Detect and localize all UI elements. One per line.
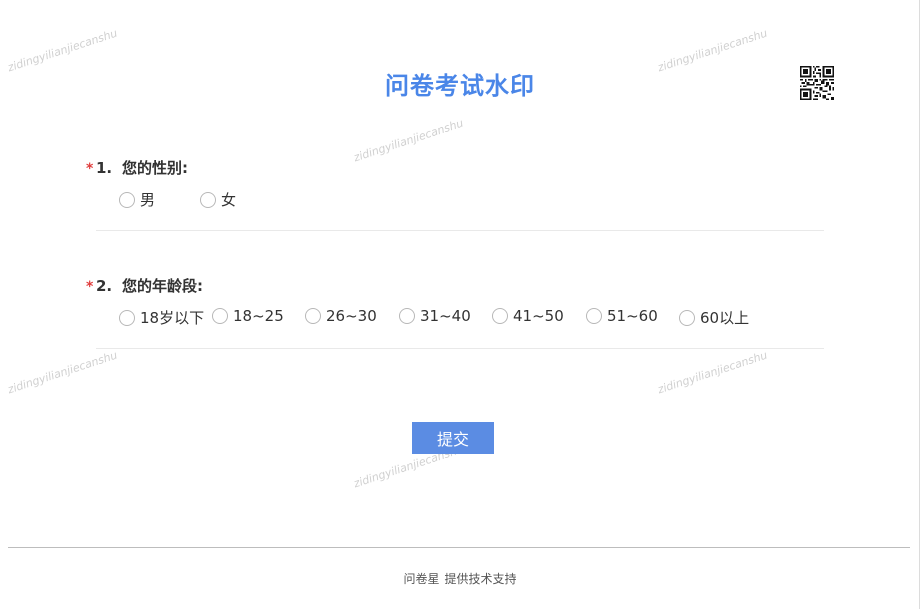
option-label: 41~50 bbox=[513, 307, 564, 325]
radio-button[interactable] bbox=[119, 191, 135, 208]
question-gender: * 1. 您的性别: 男 女 bbox=[86, 157, 826, 219]
radio-button[interactable] bbox=[305, 308, 321, 324]
option-label: 31~40 bbox=[420, 307, 471, 325]
footer-support-text: 提供技术支持 bbox=[444, 572, 517, 586]
option-label: 51~60 bbox=[607, 307, 658, 325]
survey-title: 问卷考试水印 bbox=[385, 72, 535, 100]
watermark-text: zidingyilianjiecanshu bbox=[6, 348, 119, 397]
option-age-51-60[interactable]: 51~60 bbox=[586, 307, 658, 325]
watermark-text: zidingyilianjiecanshu bbox=[656, 348, 769, 397]
divider bbox=[96, 348, 824, 349]
radio-button[interactable] bbox=[200, 191, 216, 208]
question-text: 您的年龄段: bbox=[122, 277, 203, 295]
required-mark: * bbox=[86, 279, 94, 295]
option-age-41-50[interactable]: 41~50 bbox=[492, 307, 564, 325]
footer: 问卷星 提供技术支持 bbox=[0, 570, 920, 587]
option-age-under-18[interactable]: 18岁以下 bbox=[119, 307, 204, 328]
option-label: 26~30 bbox=[326, 307, 377, 325]
radio-button[interactable] bbox=[679, 309, 695, 326]
radio-button[interactable] bbox=[586, 308, 602, 324]
question-header: * 2. 您的年龄段: bbox=[86, 275, 826, 297]
option-label: 18~25 bbox=[233, 307, 284, 325]
question-age: * 2. 您的年龄段: 18岁以下 18~25 26~30 31~40 41~50 bbox=[86, 275, 826, 337]
option-group: 18岁以下 18~25 26~30 31~40 41~50 51~60 60以上 bbox=[86, 307, 826, 337]
option-female[interactable]: 女 bbox=[200, 189, 236, 210]
radio-button[interactable] bbox=[119, 309, 135, 326]
option-age-18-25[interactable]: 18~25 bbox=[212, 307, 284, 325]
option-label: 男 bbox=[140, 191, 156, 209]
required-mark: * bbox=[86, 161, 94, 177]
survey-page: zidingyilianjiecanshu zidingyilianjiecan… bbox=[0, 0, 920, 609]
option-group: 男 女 bbox=[86, 189, 826, 219]
footer-brand-link[interactable]: 问卷星 bbox=[403, 572, 439, 586]
radio-button[interactable] bbox=[212, 308, 228, 324]
option-age-over-60[interactable]: 60以上 bbox=[679, 307, 749, 328]
question-header: * 1. 您的性别: bbox=[86, 157, 826, 179]
radio-button[interactable] bbox=[492, 308, 508, 324]
option-label: 女 bbox=[221, 191, 237, 209]
qr-code-icon[interactable] bbox=[800, 66, 834, 100]
footer-divider bbox=[8, 547, 910, 548]
divider bbox=[96, 230, 824, 231]
option-label: 18岁以下 bbox=[140, 309, 205, 327]
question-number: 2. bbox=[96, 277, 113, 295]
question-number: 1. bbox=[96, 159, 113, 177]
option-age-31-40[interactable]: 31~40 bbox=[399, 307, 471, 325]
question-text: 您的性别: bbox=[122, 159, 188, 177]
submit-button[interactable]: 提交 bbox=[412, 422, 494, 454]
option-label: 60以上 bbox=[700, 309, 750, 327]
radio-button[interactable] bbox=[399, 308, 415, 324]
option-male[interactable]: 男 bbox=[119, 189, 155, 210]
option-age-26-30[interactable]: 26~30 bbox=[305, 307, 377, 325]
